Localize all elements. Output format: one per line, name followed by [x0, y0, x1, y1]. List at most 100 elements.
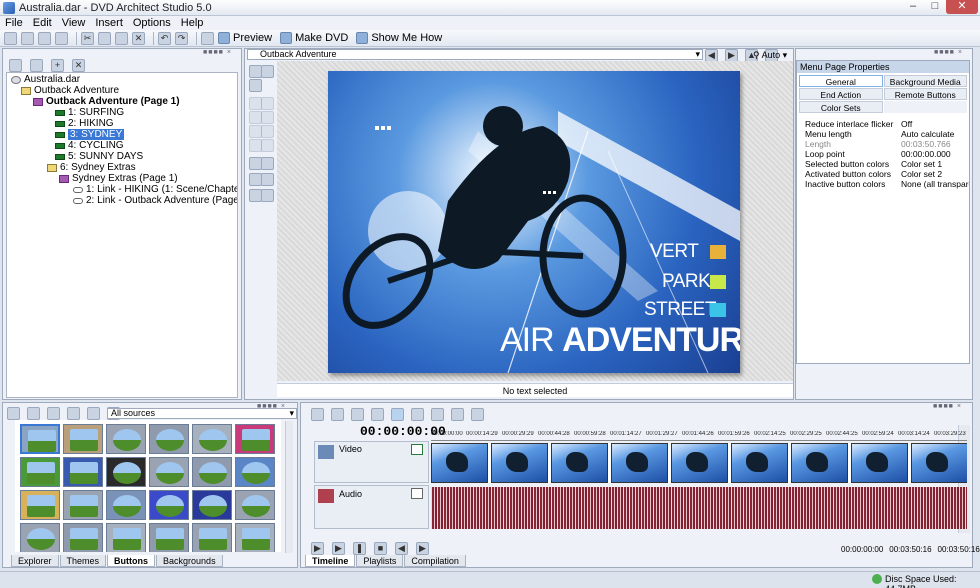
property-row[interactable]: Activated button colors Color set 2: [797, 169, 969, 179]
button-thumbnail[interactable]: [106, 457, 146, 487]
button-thumbnail[interactable]: [192, 424, 232, 454]
save-icon[interactable]: [38, 31, 51, 45]
property-row[interactable]: Loop point 00:00:00.000: [797, 149, 969, 159]
property-row[interactable]: Selected button colors Color set 1: [797, 159, 969, 169]
property-row[interactable]: Menu length Auto calculate: [797, 129, 969, 139]
button-thumbnail[interactable]: [20, 523, 60, 552]
print-icon[interactable]: [331, 408, 344, 421]
button-thumbnail[interactable]: [63, 424, 103, 454]
panel-grip[interactable]: ■■■■ ×: [933, 403, 962, 410]
small-icons-icon[interactable]: [87, 407, 100, 420]
new-icon[interactable]: [4, 31, 17, 45]
split-icon[interactable]: [451, 408, 464, 421]
target-icon[interactable]: [9, 59, 22, 72]
button-thumbnail[interactable]: [106, 523, 146, 552]
tree-item-folder[interactable]: Outback Adventure: [21, 85, 119, 96]
stop-icon[interactable]: ■: [374, 542, 387, 555]
button-thumbnail[interactable]: [63, 457, 103, 487]
property-row[interactable]: Inactive button colors None (all transpar…: [797, 179, 969, 189]
ripple-icon[interactable]: [391, 408, 404, 421]
import-icon[interactable]: [47, 407, 60, 420]
button-thumbnail[interactable]: [20, 457, 60, 487]
align-bottom-icon[interactable]: [261, 111, 274, 124]
button-thumbnail[interactable]: [20, 490, 60, 520]
tab-timeline[interactable]: Timeline: [305, 555, 356, 567]
page-select[interactable]: Outback Adventure ▾: [247, 49, 703, 60]
button-thumbnail[interactable]: [106, 424, 146, 454]
close-button[interactable]: ✕: [946, 0, 978, 14]
source-select[interactable]: All sources ▾: [107, 408, 297, 419]
tab-end-action[interactable]: End Action: [799, 88, 883, 100]
audio-mute-icon[interactable]: [411, 488, 423, 499]
folder-up-icon[interactable]: [7, 407, 20, 420]
button-thumbnail[interactable]: [149, 523, 189, 552]
button-thumbnail[interactable]: [106, 490, 146, 520]
safe-area-icon[interactable]: [261, 189, 274, 202]
menu-button-park[interactable]: PARK: [662, 271, 711, 293]
lock-icon[interactable]: [351, 408, 364, 421]
button-thumbnail[interactable]: [235, 457, 275, 487]
delete-icon[interactable]: ✕: [132, 31, 145, 45]
menu-help[interactable]: Help: [176, 17, 209, 29]
redo-icon[interactable]: ↷: [175, 31, 188, 45]
make-dvd-button[interactable]: Make DVD: [280, 32, 348, 44]
tab-background-media[interactable]: Background Media: [883, 75, 967, 87]
tree-item-link[interactable]: 2: Link - Outback Adventure (Page 1): [73, 195, 237, 206]
button-thumbnail[interactable]: [192, 523, 232, 552]
remove-icon[interactable]: ✕: [72, 59, 85, 72]
panel-grip[interactable]: ■■■■ ×: [934, 49, 963, 56]
video-track[interactable]: [431, 443, 967, 483]
menu-button-vert[interactable]: VERT: [650, 241, 699, 263]
tree-item-chapter[interactable]: 1: SURFING: [55, 107, 124, 118]
tab-playlists[interactable]: Playlists: [356, 555, 404, 567]
tree-item-chapter[interactable]: 5: SUNNY DAYS: [55, 151, 143, 162]
selection-tool-icon[interactable]: [201, 31, 214, 45]
open-icon[interactable]: [21, 31, 34, 45]
video-mute-icon[interactable]: [411, 444, 423, 455]
refresh-icon[interactable]: [27, 407, 40, 420]
audio-icon[interactable]: [471, 408, 484, 421]
tree-item-menu-page[interactable]: Outback Adventure (Page 1): [33, 96, 180, 107]
tree-item-chapter[interactable]: 2: HIKING: [55, 118, 114, 129]
tab-color-sets[interactable]: Color Sets: [799, 101, 883, 113]
undo-icon[interactable]: ↶: [158, 31, 171, 45]
maximize-button[interactable]: □: [924, 0, 946, 14]
tree-item-link[interactable]: 1: Link - HIKING (1: Scene/Chapter): [73, 184, 237, 195]
tree-item-project[interactable]: Australia.dar: [11, 74, 80, 85]
copy-icon[interactable]: [98, 31, 111, 45]
trim-icon[interactable]: [431, 408, 444, 421]
space-vertical-icon[interactable]: [261, 173, 274, 186]
select-tool-icon[interactable]: [261, 65, 274, 78]
menu-options[interactable]: Options: [128, 17, 176, 29]
button-thumbnail[interactable]: [235, 490, 275, 520]
button-thumbnail[interactable]: [235, 424, 275, 454]
show-me-how-button[interactable]: Show Me How: [356, 32, 442, 44]
menu-edit[interactable]: Edit: [28, 17, 57, 29]
zoom-select[interactable]: ⚲ Auto ▾: [753, 50, 787, 61]
button-thumbnail[interactable]: [192, 457, 232, 487]
marker-icon[interactable]: [311, 408, 324, 421]
play-icon[interactable]: ▶: [332, 542, 345, 555]
align-right-icon[interactable]: [261, 97, 274, 110]
tree-item-chapter-selected[interactable]: 3: SYDNEY: [55, 129, 125, 140]
play-from-start-icon[interactable]: ▶: [311, 542, 324, 555]
expand-icon[interactable]: [30, 59, 43, 72]
pause-icon[interactable]: ❚: [353, 542, 366, 555]
center-vertical-icon[interactable]: [261, 125, 274, 138]
tab-themes[interactable]: Themes: [59, 555, 107, 567]
tab-remote-buttons[interactable]: Remote Buttons: [883, 88, 967, 100]
menu-file[interactable]: File: [0, 17, 28, 29]
menu-button-street[interactable]: STREET: [644, 299, 716, 321]
size-icon[interactable]: [261, 139, 274, 152]
button-thumbnail[interactable]: [235, 523, 275, 552]
cut-icon[interactable]: ✂: [81, 31, 94, 45]
tab-buttons[interactable]: Buttons: [107, 555, 156, 567]
tab-general[interactable]: General: [799, 75, 883, 87]
tab-backgrounds[interactable]: Backgrounds: [156, 555, 223, 567]
timeline-ruler[interactable]: 00:00:00:00 00:00:14:29 00:00:29:29 00:0…: [431, 431, 967, 441]
go-to-end-icon[interactable]: ▶: [416, 542, 429, 555]
zoom-timeline-icon[interactable]: [411, 408, 424, 421]
add-icon[interactable]: +: [51, 59, 64, 72]
button-thumbnail[interactable]: [149, 490, 189, 520]
paste-icon[interactable]: [115, 31, 128, 45]
